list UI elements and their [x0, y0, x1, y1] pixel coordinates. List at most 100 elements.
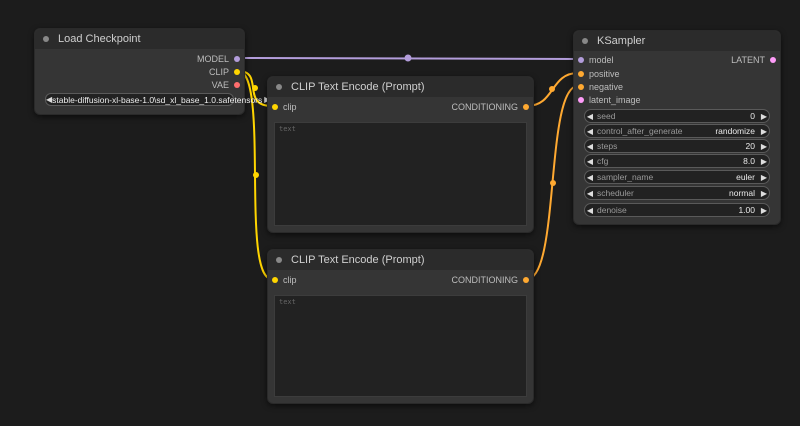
widget-value: randomize: [715, 126, 755, 136]
node-header[interactable]: KSampler: [574, 31, 780, 51]
collapse-dot-icon[interactable]: [276, 257, 282, 263]
input-negative[interactable]: negative: [578, 81, 623, 93]
wire-positive-midpoint: [549, 86, 555, 92]
ksampler-node[interactable]: KSampler model LATENT positive negative …: [573, 30, 781, 225]
vae-socket-icon[interactable]: [234, 82, 240, 88]
widget-name: steps: [597, 141, 618, 151]
output-vae[interactable]: VAE: [212, 79, 240, 91]
decrement-arrow-icon[interactable]: ◀: [585, 173, 595, 182]
collapse-dot-icon[interactable]: [582, 38, 588, 44]
node-title: Load Checkpoint: [58, 33, 141, 45]
latent-socket-icon[interactable]: [770, 57, 776, 63]
input-model[interactable]: model: [578, 54, 614, 66]
conditioning-socket-icon[interactable]: [523, 277, 529, 283]
wire-negative-midpoint: [550, 180, 556, 186]
collapse-dot-icon[interactable]: [276, 84, 282, 90]
increment-arrow-icon[interactable]: ▶: [759, 157, 769, 166]
input-clip[interactable]: clip: [272, 274, 297, 286]
widget-name: cfg: [597, 156, 609, 166]
increment-arrow-icon[interactable]: ▶: [759, 112, 769, 121]
output-label: MODEL: [196, 54, 229, 64]
decrement-arrow-icon[interactable]: ◀: [585, 189, 595, 198]
node-header[interactable]: CLIP Text Encode (Prompt): [268, 77, 533, 97]
widget-scheduler[interactable]: ◀ scheduler normal ▶: [584, 186, 770, 200]
node-title: KSampler: [597, 35, 646, 47]
widget-value: 1.00: [738, 205, 755, 215]
wire-model-midpoint: [404, 54, 412, 62]
input-label: model: [589, 55, 614, 65]
model-socket-icon[interactable]: [234, 56, 240, 62]
input-label: positive: [589, 69, 620, 79]
widget-value: euler: [736, 172, 755, 182]
widget-value: 8.0: [743, 156, 755, 166]
latent-socket-icon[interactable]: [578, 97, 584, 103]
widget-name: seed: [597, 111, 616, 121]
output-conditioning[interactable]: CONDITIONING: [451, 101, 529, 113]
text-placeholder: text: [279, 125, 296, 133]
clip-text-encode-node-1[interactable]: CLIP Text Encode (Prompt) clip CONDITION…: [267, 76, 534, 233]
increment-arrow-icon[interactable]: ▶: [759, 142, 769, 151]
clip-socket-icon[interactable]: [272, 104, 278, 110]
widget-value: normal: [729, 188, 755, 198]
collapse-dot-icon[interactable]: [43, 36, 49, 42]
increment-arrow-icon[interactable]: ▶: [759, 189, 769, 198]
clip-socket-icon[interactable]: [234, 69, 240, 75]
widget-seed[interactable]: ◀ seed 0 ▶: [584, 109, 770, 123]
input-positive[interactable]: positive: [578, 68, 620, 80]
widget-cfg[interactable]: ◀ cfg 8.0 ▶: [584, 154, 770, 168]
ckpt-name-value: stable-diffusion-xl-base-1.0\sd_xl_base_…: [52, 94, 263, 105]
widget-steps[interactable]: ◀ steps 20 ▶: [584, 139, 770, 153]
node-header[interactable]: CLIP Text Encode (Prompt): [268, 250, 533, 270]
prompt-text-field[interactable]: text: [274, 122, 527, 226]
decrement-arrow-icon[interactable]: ◀: [585, 127, 595, 136]
node-title: CLIP Text Encode (Prompt): [291, 81, 425, 93]
input-latent-image[interactable]: latent_image: [578, 94, 641, 106]
input-label: negative: [589, 82, 624, 92]
model-socket-icon[interactable]: [578, 57, 584, 63]
increment-arrow-icon[interactable]: ▶: [759, 173, 769, 182]
input-label: clip: [283, 275, 297, 285]
node-graph-canvas[interactable]: Load Checkpoint MODEL CLIP VAE ◀ stable-…: [0, 0, 800, 426]
output-model[interactable]: MODEL: [197, 53, 240, 65]
decrement-arrow-icon[interactable]: ◀: [585, 157, 595, 166]
node-title: CLIP Text Encode (Prompt): [291, 254, 425, 266]
widget-control-after-generate[interactable]: ◀ control_after_generate randomize ▶: [584, 124, 770, 138]
widget-sampler-name[interactable]: ◀ sampler_name euler ▶: [584, 170, 770, 184]
ckpt-name-combo[interactable]: ◀ stable-diffusion-xl-base-1.0\sd_xl_bas…: [45, 93, 270, 106]
increment-arrow-icon[interactable]: ▶: [759, 206, 769, 215]
conditioning-socket-icon[interactable]: [523, 104, 529, 110]
input-clip[interactable]: clip: [272, 101, 297, 113]
prompt-text-field[interactable]: text: [274, 295, 527, 397]
conditioning-socket-icon[interactable]: [578, 71, 584, 77]
output-label: CONDITIONING: [451, 102, 519, 112]
output-label: CLIP: [208, 67, 229, 77]
decrement-arrow-icon[interactable]: ◀: [585, 112, 595, 121]
node-header[interactable]: Load Checkpoint: [35, 29, 244, 49]
output-latent[interactable]: LATENT: [731, 54, 776, 66]
widget-name: sampler_name: [597, 172, 654, 182]
wire-clip-2-midpoint: [253, 172, 259, 178]
wire-negative: [526, 85, 579, 280]
decrement-arrow-icon[interactable]: ◀: [585, 142, 595, 151]
widget-denoise[interactable]: ◀ denoise 1.00 ▶: [584, 203, 770, 217]
output-clip[interactable]: CLIP: [209, 66, 240, 78]
output-label: LATENT: [731, 55, 765, 65]
output-conditioning[interactable]: CONDITIONING: [451, 274, 529, 286]
widget-value: 20: [745, 141, 755, 151]
widget-name: denoise: [597, 205, 627, 215]
increment-arrow-icon[interactable]: ▶: [759, 127, 769, 136]
load-checkpoint-node[interactable]: Load Checkpoint MODEL CLIP VAE ◀ stable-…: [34, 28, 270, 115]
input-label: latent_image: [589, 95, 641, 105]
conditioning-socket-icon[interactable]: [578, 84, 584, 90]
output-label: CONDITIONING: [451, 275, 519, 285]
output-label: VAE: [211, 80, 229, 90]
decrement-arrow-icon[interactable]: ◀: [585, 206, 595, 215]
input-label: clip: [283, 102, 297, 112]
clip-socket-icon[interactable]: [272, 277, 278, 283]
wire-clip-1-midpoint: [252, 85, 258, 91]
widget-name: scheduler: [597, 188, 634, 198]
widget-name: control_after_generate: [597, 126, 683, 136]
widget-value: 0: [750, 111, 755, 121]
clip-text-encode-node-2[interactable]: CLIP Text Encode (Prompt) clip CONDITION…: [267, 249, 534, 404]
wire-positive: [526, 72, 579, 107]
